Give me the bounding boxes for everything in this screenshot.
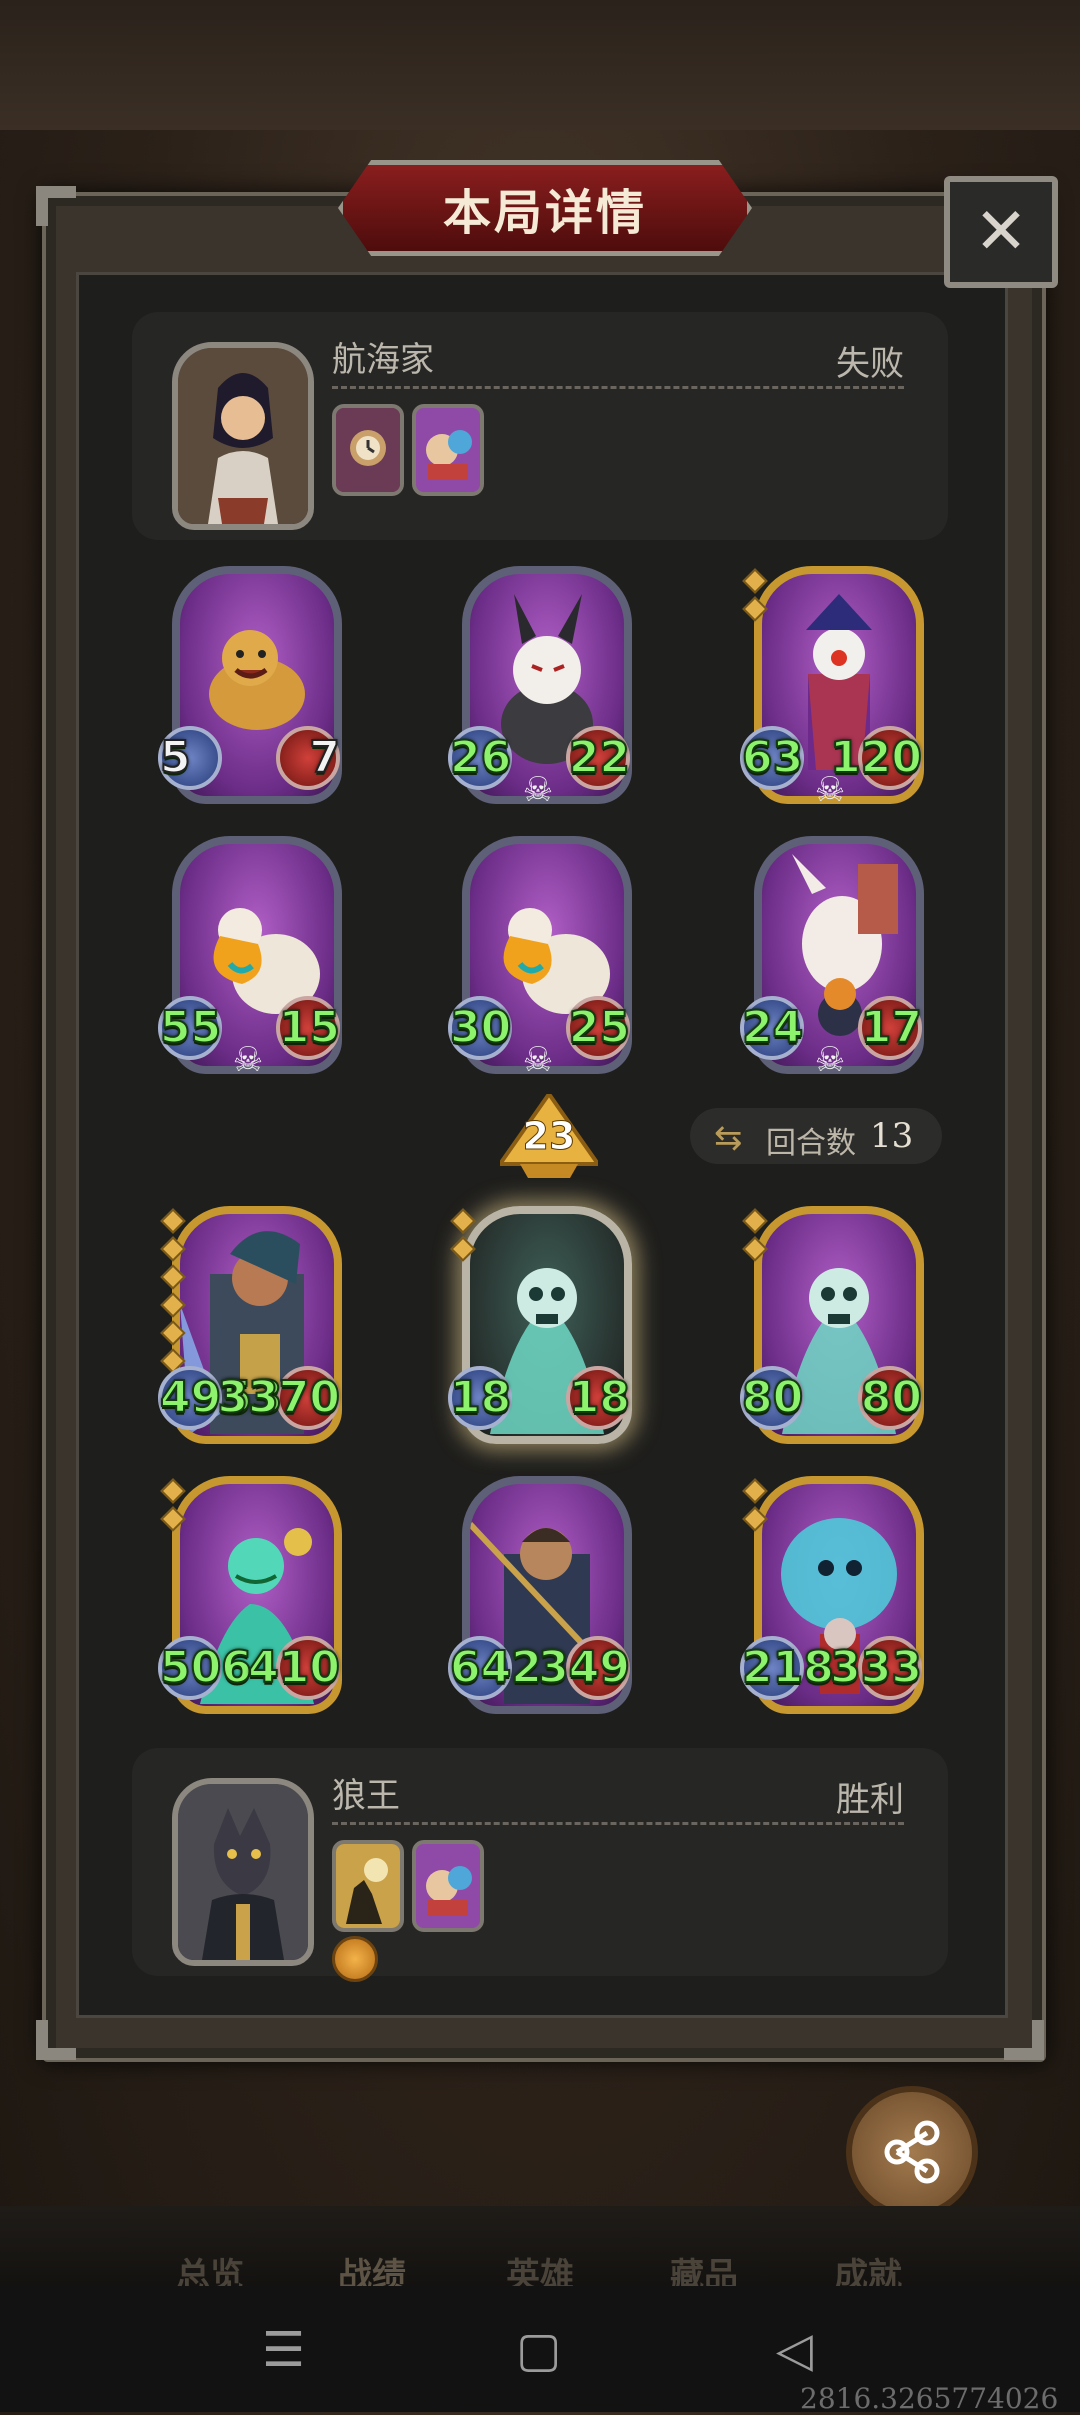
health-value: 15 — [278, 1001, 341, 1054]
close-icon: ✕ — [974, 195, 1028, 269]
opponent-minion-card[interactable]: 55 15 ☠ — [158, 836, 342, 1078]
health-value: 410 — [247, 1641, 341, 1694]
tier-pips — [160, 1478, 186, 1538]
health-value: 25 — [568, 1001, 631, 1054]
attack-value: 506 — [159, 1641, 253, 1694]
health-value: 3370 — [217, 1371, 341, 1424]
tier-pips — [160, 1208, 186, 1380]
player-minion-card[interactable]: 218 333 — [740, 1476, 924, 1714]
item-card[interactable] — [332, 1840, 404, 1932]
achievement-medal-icon[interactable] — [332, 1936, 378, 1982]
round-label: 回合数 — [766, 1126, 856, 1161]
attack-value: 642 — [449, 1641, 543, 1694]
divider — [332, 386, 904, 389]
item-card[interactable] — [332, 404, 404, 496]
wolf-king-hero-icon — [178, 1784, 308, 1960]
round-counter: ⇆ 回合数 13 — [690, 1108, 942, 1164]
player-name: 狼王 — [332, 1776, 400, 1816]
health-value: 349 — [537, 1641, 631, 1694]
share-icon — [884, 2120, 940, 2184]
attack-value: 24 — [741, 1001, 804, 1054]
refresh-icon: ⇆ — [714, 1118, 743, 1158]
tier-pips — [742, 1208, 768, 1268]
menu-icon[interactable]: ☰ — [262, 2322, 305, 2378]
player-summary: 狼王 胜利 — [132, 1748, 948, 1982]
health-value: 17 — [860, 1001, 923, 1054]
creature-item-icon — [416, 1844, 480, 1928]
deathrattle-skull-icon: ☠ — [814, 770, 846, 810]
attack-value: 26 — [449, 731, 512, 784]
attack-value: 18 — [449, 1371, 512, 1424]
tier-pips — [742, 568, 768, 628]
health-value: 7 — [308, 731, 341, 784]
close-button[interactable]: ✕ — [944, 176, 1058, 288]
deathrattle-skull-icon: ☠ — [522, 770, 554, 810]
player-minion-card[interactable]: 80 80 — [740, 1206, 924, 1444]
player-minion-card[interactable]: 506 410 — [158, 1476, 342, 1714]
player-minion-card[interactable]: 4953 3370 — [158, 1206, 342, 1444]
deathrattle-skull-icon: ☠ — [814, 1040, 846, 1080]
player-result: 胜利 — [836, 1780, 904, 1820]
item-card[interactable] — [412, 404, 484, 496]
opponent-minion-card[interactable]: 26 22 ☠ — [448, 566, 632, 808]
attack-value: 55 — [159, 1001, 222, 1054]
tier-pips — [450, 1208, 476, 1268]
opponent-minion-card[interactable]: 63 120 ☠ — [740, 566, 924, 808]
opponent-result: 失败 — [836, 344, 904, 384]
navigator-hero-icon — [178, 348, 308, 524]
coordinate-readout: 2816.3265774026 — [800, 2382, 1059, 2415]
health-value: 333 — [829, 1641, 923, 1694]
health-value: 18 — [568, 1371, 631, 1424]
deathrattle-skull-icon: ☠ — [522, 1040, 554, 1080]
attack-value: 218 — [741, 1641, 835, 1694]
page-title: 本局详情 — [442, 185, 647, 241]
tier-badge: 23 — [496, 1090, 602, 1178]
tier-value: 23 — [522, 1114, 576, 1159]
howling-wolf-item-icon — [336, 1844, 400, 1928]
opponent-minion-card[interactable]: 57 — [158, 566, 342, 804]
opponent-minion-card[interactable]: 30 25 ☠ — [448, 836, 632, 1078]
divider — [332, 1822, 904, 1825]
title-banner: 本局详情 — [338, 160, 752, 256]
wooden-background — [0, 0, 1080, 130]
player-minion-card[interactable]: 642 349 — [448, 1476, 632, 1714]
round-value: 13 — [870, 1116, 914, 1156]
deathrattle-skull-icon: ☠ — [232, 1040, 264, 1080]
tier-pips — [742, 1478, 768, 1538]
opponent-summary: 航海家 失败 — [132, 312, 948, 540]
opponent-portrait[interactable] — [172, 342, 314, 530]
attack-value: 5 — [159, 731, 192, 784]
health-value: 22 — [568, 731, 631, 784]
opponent-name: 航海家 — [332, 340, 434, 380]
player-portrait[interactable] — [172, 1778, 314, 1966]
item-card[interactable] — [412, 1840, 484, 1932]
opponent-minion-card[interactable]: 24 17 ☠ — [740, 836, 924, 1078]
creature-item-icon — [416, 408, 480, 492]
health-value: 80 — [860, 1371, 923, 1424]
attack-value: 80 — [741, 1371, 804, 1424]
attack-value: 30 — [449, 1001, 512, 1054]
attack-value: 63 — [741, 731, 804, 784]
share-button[interactable] — [846, 2086, 978, 2218]
player-minion-card[interactable]: 18 18 — [448, 1206, 632, 1444]
clock-item-icon — [336, 408, 400, 492]
back-icon[interactable]: ◁ — [776, 2322, 813, 2378]
home-icon[interactable]: ▢ — [516, 2322, 561, 2378]
